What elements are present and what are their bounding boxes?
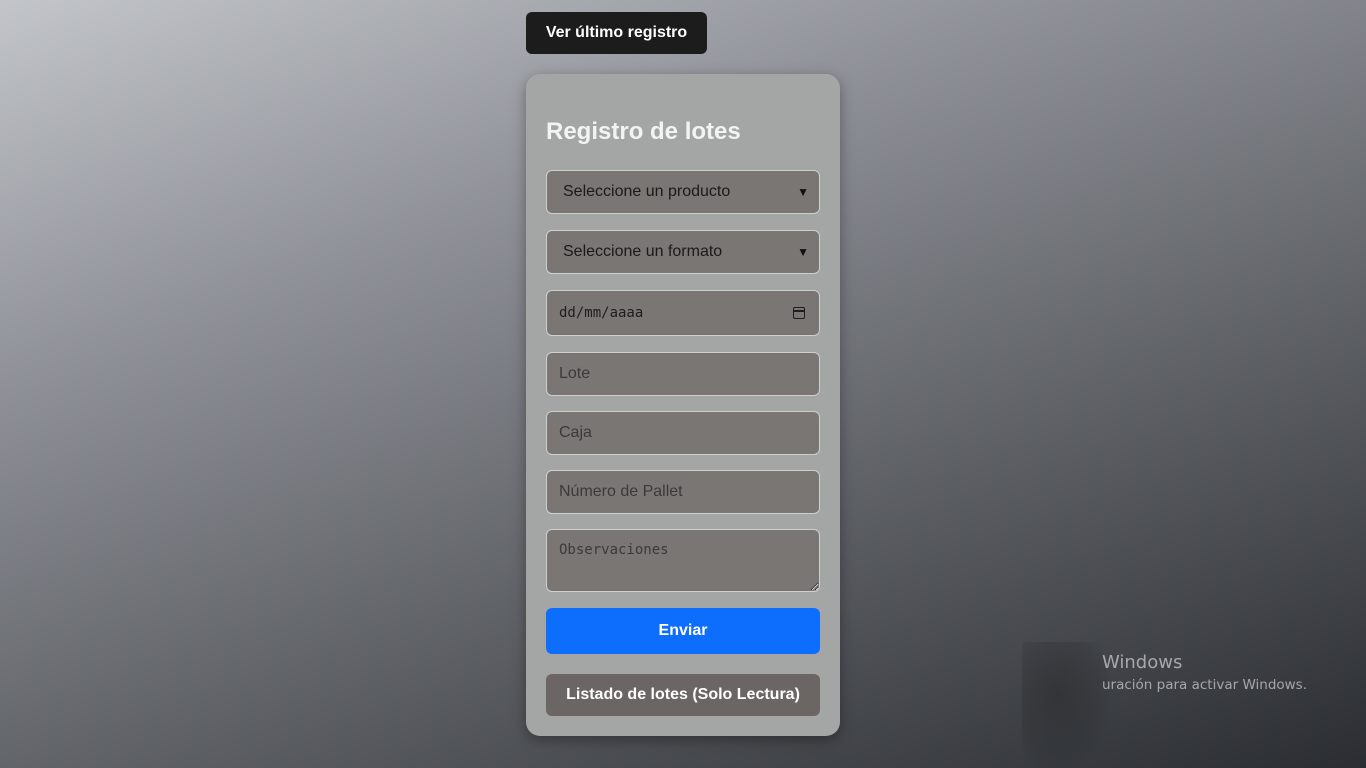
- watermark-shadow: [1022, 642, 1110, 768]
- last-record-button[interactable]: Ver último registro: [526, 12, 707, 54]
- product-select[interactable]: Seleccione un producto ▼: [546, 170, 820, 214]
- observaciones-textarea[interactable]: [546, 529, 820, 592]
- date-placeholder: dd/mm/aaaa: [559, 305, 644, 321]
- lot-registration-card: Registro de lotes Seleccione un producto…: [526, 74, 840, 736]
- pallet-number-input[interactable]: [546, 470, 820, 514]
- format-select[interactable]: Seleccione un formato ▼: [546, 230, 820, 274]
- caja-input[interactable]: [546, 411, 820, 455]
- watermark-subtitle: uración para activar Windows.: [1102, 677, 1308, 693]
- lote-input[interactable]: [546, 352, 820, 396]
- form-title: Registro de lotes: [546, 118, 741, 145]
- windows-activation-watermark: Windows uración para activar Windows.: [1020, 640, 1366, 768]
- watermark-title: Windows: [1102, 652, 1183, 673]
- chevron-down-icon: ▼: [797, 185, 809, 199]
- lot-list-button[interactable]: Listado de lotes (Solo Lectura): [546, 674, 820, 716]
- product-select-value: Seleccione un producto: [563, 183, 731, 200]
- submit-button[interactable]: Enviar: [546, 608, 820, 654]
- chevron-down-icon: ▼: [797, 245, 809, 259]
- format-select-value: Seleccione un formato: [563, 243, 723, 260]
- calendar-icon[interactable]: [793, 307, 805, 319]
- date-input[interactable]: dd/mm/aaaa: [546, 290, 820, 336]
